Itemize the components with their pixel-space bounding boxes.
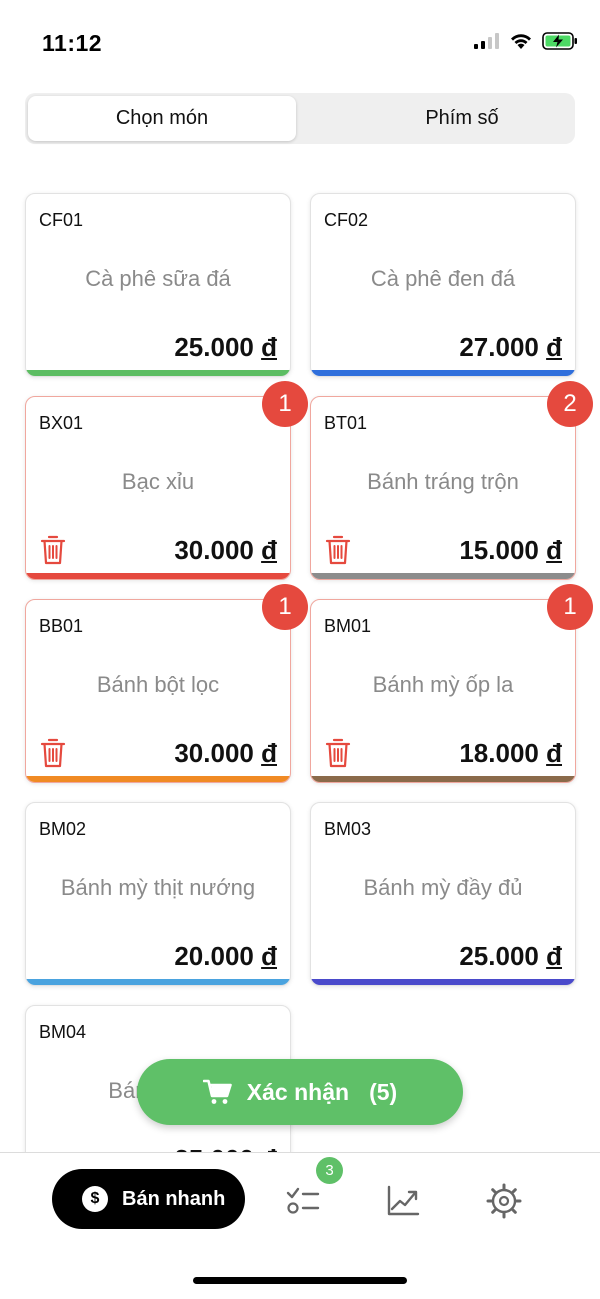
category-color-bar: [26, 370, 290, 376]
card-body: BB01 Bánh bột lọc 30.000 đ: [26, 600, 290, 782]
price-value: 25.000: [174, 1144, 254, 1152]
product-name: Bánh mỳ đầy đủ: [363, 875, 523, 900]
trash-icon[interactable]: [40, 535, 66, 565]
quantity-badge: 1: [547, 584, 593, 630]
product-card[interactable]: BM03 Bánh mỳ đầy đủ 25.000 đ: [310, 802, 576, 986]
cellular-signal-icon: [474, 33, 499, 49]
product-card[interactable]: CF01 Cà phê sữa đá 25.000 đ: [25, 193, 291, 377]
trash-icon[interactable]: [40, 738, 66, 768]
card-body: BM01 Bánh mỳ ốp la 18.000 đ: [311, 600, 575, 782]
category-color-bar: [311, 370, 575, 376]
product-name: Bánh tráng trộn: [367, 469, 519, 494]
currency-symbol: đ: [261, 535, 277, 565]
currency-symbol: đ: [261, 332, 277, 362]
product-price: 25.000 đ: [174, 1144, 277, 1152]
tab-numpad[interactable]: Phím số: [328, 96, 596, 141]
price-value: 30.000: [174, 738, 254, 768]
product-price: 25.000 đ: [174, 332, 277, 363]
currency-symbol: đ: [546, 738, 562, 768]
category-color-bar: [311, 776, 575, 782]
card-body: BM03 Bánh mỳ đầy đủ 25.000 đ: [311, 803, 575, 985]
product-code: CF01: [39, 210, 84, 230]
product-code: BM04: [39, 1022, 87, 1042]
mode-switcher: Chọn món Phím số: [25, 93, 575, 144]
currency-symbol: đ: [546, 332, 562, 362]
trash-icon[interactable]: [325, 738, 351, 768]
card-body: BM02 Bánh mỳ thịt nướng 20.000 đ: [26, 803, 290, 985]
category-color-bar: [311, 979, 575, 985]
status-time: 11:12: [42, 30, 103, 56]
product-code: BX01: [39, 413, 84, 433]
price-value: 25.000: [459, 941, 539, 971]
product-card[interactable]: CF02 Cà phê đen đá 27.000 đ: [310, 193, 576, 377]
product-price: 30.000 đ: [174, 535, 277, 566]
cart-icon: [202, 1079, 232, 1104]
confirm-label: Xác nhận: [246, 1078, 350, 1105]
product-code: BM01: [324, 616, 372, 636]
product-card[interactable]: BB01 Bánh bột lọc 30.000 đ 1: [25, 584, 308, 783]
price-value: 27.000: [459, 332, 539, 362]
nav-quick-sale[interactable]: $ Bán nhanh: [52, 1169, 245, 1229]
price-value: 15.000: [459, 535, 539, 565]
currency-symbol: đ: [261, 738, 277, 768]
quantity-badge: 2: [547, 381, 593, 427]
product-name: Bánh bột lọc: [96, 672, 220, 697]
product-price: 15.000 đ: [459, 535, 562, 566]
product-price: 27.000 đ: [459, 332, 562, 363]
home-indicator: [193, 1277, 407, 1284]
product-price: 20.000 đ: [174, 941, 277, 972]
confirm-order-button[interactable]: Xác nhận (5): [137, 1059, 463, 1125]
product-code: CF02: [324, 210, 369, 230]
status-bar: 11:12: [0, 0, 600, 88]
card-body: BX01 Bạc xỉu 30.000 đ: [26, 397, 290, 579]
tab-pick-item[interactable]: Chọn món: [28, 96, 296, 141]
currency-symbol: đ: [546, 941, 562, 971]
category-color-bar: [26, 776, 290, 782]
confirm-count: (5): [369, 1078, 398, 1105]
product-grid: CF01 Cà phê sữa đá 25.000 đ CF02 Cà phê …: [0, 150, 600, 1152]
product-name: Cà phê sữa đá: [85, 266, 231, 291]
currency-symbol: đ: [261, 941, 277, 971]
product-price: 18.000 đ: [459, 738, 562, 769]
category-color-bar: [311, 573, 575, 579]
orders-count-badge: 3: [316, 1157, 343, 1184]
product-code: BM03: [324, 819, 372, 839]
product-name: Bánh mỳ thịt nướng: [60, 875, 256, 900]
chart-trend-icon[interactable]: [383, 1181, 423, 1221]
product-card[interactable]: BT01 Bánh tráng trộn 15.000 đ 2: [310, 381, 593, 580]
card-body: CF02 Cà phê đen đá 27.000 đ: [311, 194, 575, 376]
nav-quick-sale-label: Bán nhanh: [122, 1187, 226, 1210]
currency-symbol: đ: [261, 1144, 277, 1152]
settings-gear-icon[interactable]: [484, 1181, 524, 1221]
product-price: 25.000 đ: [459, 941, 562, 972]
quantity-badge: 1: [262, 381, 308, 427]
product-code: BM02: [39, 819, 87, 839]
price-value: 25.000: [174, 332, 254, 362]
product-name: Bạc xỉu: [121, 469, 195, 494]
dollar-icon: $: [82, 1186, 108, 1212]
price-value: 20.000: [174, 941, 254, 971]
card-body: BT01 Bánh tráng trộn 15.000 đ: [311, 397, 575, 579]
quantity-badge: 1: [262, 584, 308, 630]
checklist-icon[interactable]: [283, 1181, 323, 1221]
currency-symbol: đ: [546, 535, 562, 565]
price-value: 18.000: [459, 738, 539, 768]
product-card[interactable]: BX01 Bạc xỉu 30.000 đ 1: [25, 381, 308, 580]
product-card[interactable]: BM02 Bánh mỳ thịt nướng 20.000 đ: [25, 802, 291, 986]
app-screen: 11:12 Chọn món Phím số CF01 Cà phê sữa đ…: [0, 0, 600, 1299]
trash-icon[interactable]: [325, 535, 351, 565]
product-name: Cà phê đen đá: [370, 266, 516, 291]
status-icons: [474, 32, 578, 50]
category-color-bar: [26, 979, 290, 985]
product-code: BB01: [39, 616, 84, 636]
product-name: Bánh mỳ ốp la: [372, 672, 514, 697]
price-value: 30.000: [174, 535, 254, 565]
category-color-bar: [26, 573, 290, 579]
product-code: BT01: [324, 413, 368, 433]
product-card[interactable]: BM01 Bánh mỳ ốp la 18.000 đ 1: [310, 584, 593, 783]
card-body: CF01 Cà phê sữa đá 25.000 đ: [26, 194, 290, 376]
product-price: 30.000 đ: [174, 738, 277, 769]
wifi-icon: [511, 34, 531, 49]
battery-charging-icon: [542, 32, 577, 50]
